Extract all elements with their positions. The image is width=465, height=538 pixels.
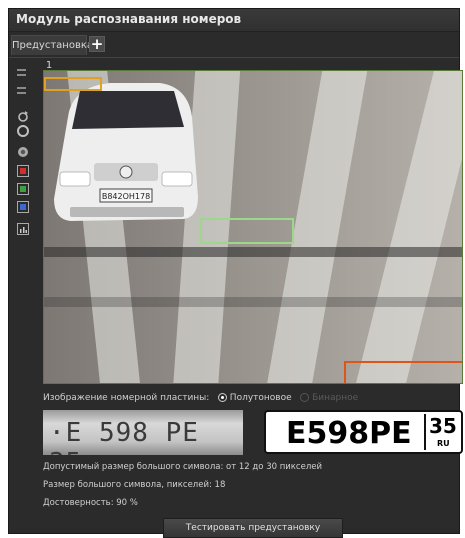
roi-orange-box[interactable] [44,77,102,91]
rotate-left-icon[interactable] [17,107,29,122]
list-icon[interactable] [17,69,26,76]
roi-red-box[interactable] [344,361,462,383]
grayscale-radio[interactable] [217,393,227,402]
plate-grayscale-text: ·E 598 PE 35 [49,418,199,455]
plate-main-text: E598PE [286,416,412,451]
confidence-text: Достоверность: 90 % [43,498,138,508]
red-square-icon[interactable] [17,165,29,177]
plate-grayscale-image: ·E 598 PE 35 [43,410,243,455]
green-square-icon[interactable] [17,183,29,195]
plate-image-label: Изображение номерной пластины: [43,393,210,403]
blue-square-icon[interactable] [17,201,29,213]
plate-image-options: Изображение номерной пластины: Полутонов… [43,393,358,403]
road-lane [344,71,462,383]
plate-region-text: 35 [429,414,457,438]
current-size-text: Размер большого символа, пикселей: 18 [43,480,226,490]
binary-radio[interactable] [300,393,310,402]
list-icon-2[interactable] [17,87,26,94]
plate-country-text: RU [437,439,450,448]
road-shadow [44,297,462,307]
grayscale-label[interactable]: Полутоновое [230,393,292,403]
camera-view[interactable]: В842ОН178 [43,70,463,384]
rotate-icon[interactable] [17,125,29,137]
chart-icon[interactable] [17,223,29,235]
plate-separator [424,414,426,450]
tab-preset-1[interactable]: Предустановка 1 [11,35,93,71]
tab-divider [9,57,459,58]
road-shadow [44,247,462,257]
tab-bar: Предустановка 1 + [9,35,459,71]
recognized-plate: E598PE 35 RU [264,410,463,454]
car-plate-text: В842ОН178 [102,192,150,201]
title-bar: Модуль распознавания номеров [9,9,459,32]
recognition-module-window: Модуль распознавания номеров Предустанов… [8,8,463,538]
window-title: Модуль распознавания номеров [16,12,242,26]
add-tab-button[interactable]: + [89,36,105,52]
binary-label[interactable]: Бинарное [312,393,358,403]
rotate-right-icon[interactable] [17,143,29,157]
roi-green-box[interactable] [200,218,294,244]
allowed-size-text: Допустимый размер большого символа: от 1… [43,462,323,472]
test-preset-button[interactable]: Тестировать предустановку [163,518,343,538]
car-image: В842ОН178 [54,83,198,221]
